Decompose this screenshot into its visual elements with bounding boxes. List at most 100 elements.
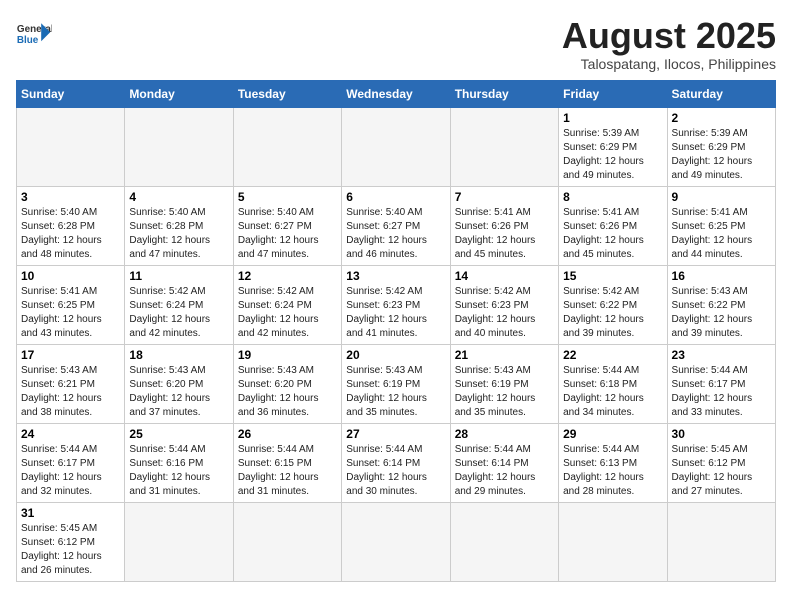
week-row-1: 1 Sunrise: 5:39 AMSunset: 6:29 PMDaylight… [17, 107, 776, 186]
day-number: 25 [129, 427, 228, 441]
calendar-cell: 23 Sunrise: 5:44 AMSunset: 6:17 PMDayligh… [667, 344, 775, 423]
calendar-cell [667, 502, 775, 581]
day-number: 23 [672, 348, 771, 362]
day-info: Sunrise: 5:43 AMSunset: 6:20 PMDaylight:… [129, 364, 228, 420]
day-info: Sunrise: 5:44 AMSunset: 6:17 PMDaylight:… [21, 443, 120, 499]
day-info: Sunrise: 5:42 AMSunset: 6:23 PMDaylight:… [346, 285, 445, 341]
calendar-title: August 2025 [562, 16, 776, 56]
calendar-cell [450, 107, 558, 186]
calendar-cell: 25 Sunrise: 5:44 AMSunset: 6:16 PMDayligh… [125, 423, 233, 502]
day-info: Sunrise: 5:41 AMSunset: 6:26 PMDaylight:… [455, 206, 554, 262]
day-number: 15 [563, 269, 662, 283]
calendar-cell: 22Sunrise: 5:44 AMSunset: 6:18 PMDayligh… [559, 344, 667, 423]
day-number: 16 [672, 269, 771, 283]
calendar-cell: 1Sunrise: 5:39 AMSunset: 6:29 PMDaylight… [559, 107, 667, 186]
day-info: Sunrise: 5:41 AMSunset: 6:26 PMDaylight:… [563, 206, 662, 262]
weekday-header-friday: Friday [559, 80, 667, 107]
day-info: Sunrise: 5:40 AMSunset: 6:28 PMDaylight:… [21, 206, 120, 262]
week-row-5: 24 Sunrise: 5:44 AMSunset: 6:17 PMDayligh… [17, 423, 776, 502]
day-number: 20 [346, 348, 445, 362]
calendar-cell: 9 Sunrise: 5:41 AMSunset: 6:25 PMDaylight… [667, 186, 775, 265]
week-row-3: 10 Sunrise: 5:41 AMSunset: 6:25 PMDayligh… [17, 265, 776, 344]
day-info: Sunrise: 5:43 AMSunset: 6:21 PMDaylight:… [21, 364, 120, 420]
day-number: 31 [21, 506, 120, 520]
day-number: 13 [346, 269, 445, 283]
calendar-cell: 3 Sunrise: 5:40 AMSunset: 6:28 PMDaylight… [17, 186, 125, 265]
day-number: 27 [346, 427, 445, 441]
day-info: Sunrise: 5:43 AMSunset: 6:19 PMDaylight:… [346, 364, 445, 420]
calendar-cell [342, 107, 450, 186]
calendar-cell: 29Sunrise: 5:44 AMSunset: 6:13 PMDayligh… [559, 423, 667, 502]
day-number: 28 [455, 427, 554, 441]
day-number: 18 [129, 348, 228, 362]
day-number: 8 [563, 190, 662, 204]
week-row-6: 31 Sunrise: 5:45 AMSunset: 6:12 PMDayligh… [17, 502, 776, 581]
day-info: Sunrise: 5:44 AMSunset: 6:14 PMDaylight:… [455, 443, 554, 499]
calendar-subtitle: Talospatang, Ilocos, Philippines [562, 56, 776, 72]
day-number: 24 [21, 427, 120, 441]
calendar-cell [125, 107, 233, 186]
calendar-cell: 12 Sunrise: 5:42 AMSunset: 6:24 PMDayligh… [233, 265, 341, 344]
day-number: 5 [238, 190, 337, 204]
calendar-cell [450, 502, 558, 581]
day-number: 14 [455, 269, 554, 283]
calendar-cell: 16 Sunrise: 5:43 AMSunset: 6:22 PMDayligh… [667, 265, 775, 344]
calendar-cell: 6 Sunrise: 5:40 AMSunset: 6:27 PMDaylight… [342, 186, 450, 265]
calendar-cell: 30Sunrise: 5:45 AMSunset: 6:12 PMDayligh… [667, 423, 775, 502]
day-number: 9 [672, 190, 771, 204]
calendar-cell: 2 Sunrise: 5:39 AMSunset: 6:29 PMDaylight… [667, 107, 775, 186]
calendar-cell: 31 Sunrise: 5:45 AMSunset: 6:12 PMDayligh… [17, 502, 125, 581]
header: General Blue August 2025 Talospatang, Il… [16, 16, 776, 72]
day-info: Sunrise: 5:42 AMSunset: 6:22 PMDaylight:… [563, 285, 662, 341]
day-number: 10 [21, 269, 120, 283]
calendar-cell: 15 Sunrise: 5:42 AMSunset: 6:22 PMDayligh… [559, 265, 667, 344]
day-info: Sunrise: 5:42 AMSunset: 6:24 PMDaylight:… [238, 285, 337, 341]
day-info: Sunrise: 5:44 AMSunset: 6:18 PMDaylight:… [563, 364, 662, 420]
week-row-4: 17 Sunrise: 5:43 AMSunset: 6:21 PMDayligh… [17, 344, 776, 423]
day-info: Sunrise: 5:41 AMSunset: 6:25 PMDaylight:… [672, 206, 771, 262]
week-row-2: 3 Sunrise: 5:40 AMSunset: 6:28 PMDaylight… [17, 186, 776, 265]
day-info: Sunrise: 5:39 AMSunset: 6:29 PMDaylight:… [672, 127, 771, 183]
calendar-cell: 18 Sunrise: 5:43 AMSunset: 6:20 PMDayligh… [125, 344, 233, 423]
calendar-cell: 4Sunrise: 5:40 AMSunset: 6:28 PMDaylight… [125, 186, 233, 265]
svg-text:Blue: Blue [17, 35, 39, 46]
calendar-cell [559, 502, 667, 581]
day-number: 2 [672, 111, 771, 125]
day-number: 12 [238, 269, 337, 283]
day-number: 19 [238, 348, 337, 362]
calendar-cell [17, 107, 125, 186]
day-info: Sunrise: 5:45 AMSunset: 6:12 PMDaylight:… [672, 443, 771, 499]
calendar-cell: 7Sunrise: 5:41 AMSunset: 6:26 PMDaylight… [450, 186, 558, 265]
calendar-cell: 11Sunrise: 5:42 AMSunset: 6:24 PMDayligh… [125, 265, 233, 344]
day-info: Sunrise: 5:44 AMSunset: 6:17 PMDaylight:… [672, 364, 771, 420]
calendar-cell: 13 Sunrise: 5:42 AMSunset: 6:23 PMDayligh… [342, 265, 450, 344]
day-number: 1 [563, 111, 662, 125]
calendar-cell [342, 502, 450, 581]
calendar-cell: 17 Sunrise: 5:43 AMSunset: 6:21 PMDayligh… [17, 344, 125, 423]
day-number: 11 [129, 269, 228, 283]
day-number: 21 [455, 348, 554, 362]
weekday-header-thursday: Thursday [450, 80, 558, 107]
calendar-cell: 8 Sunrise: 5:41 AMSunset: 6:26 PMDaylight… [559, 186, 667, 265]
weekday-header-sunday: Sunday [17, 80, 125, 107]
title-block: August 2025 Talospatang, Ilocos, Philipp… [562, 16, 776, 72]
day-info: Sunrise: 5:43 AMSunset: 6:20 PMDaylight:… [238, 364, 337, 420]
weekday-header-tuesday: Tuesday [233, 80, 341, 107]
calendar-cell [125, 502, 233, 581]
calendar-cell: 28 Sunrise: 5:44 AMSunset: 6:14 PMDayligh… [450, 423, 558, 502]
calendar-cell [233, 107, 341, 186]
calendar-cell: 5 Sunrise: 5:40 AMSunset: 6:27 PMDaylight… [233, 186, 341, 265]
day-number: 3 [21, 190, 120, 204]
day-info: Sunrise: 5:45 AMSunset: 6:12 PMDaylight:… [21, 522, 120, 578]
calendar-cell: 21Sunrise: 5:43 AMSunset: 6:19 PMDayligh… [450, 344, 558, 423]
day-info: Sunrise: 5:44 AMSunset: 6:16 PMDaylight:… [129, 443, 228, 499]
calendar-table: SundayMondayTuesdayWednesdayThursdayFrid… [16, 80, 776, 582]
day-info: Sunrise: 5:41 AMSunset: 6:25 PMDaylight:… [21, 285, 120, 341]
weekday-header-saturday: Saturday [667, 80, 775, 107]
logo: General Blue [16, 16, 52, 52]
day-number: 6 [346, 190, 445, 204]
day-number: 17 [21, 348, 120, 362]
day-info: Sunrise: 5:40 AMSunset: 6:27 PMDaylight:… [346, 206, 445, 262]
day-info: Sunrise: 5:43 AMSunset: 6:22 PMDaylight:… [672, 285, 771, 341]
day-info: Sunrise: 5:40 AMSunset: 6:27 PMDaylight:… [238, 206, 337, 262]
